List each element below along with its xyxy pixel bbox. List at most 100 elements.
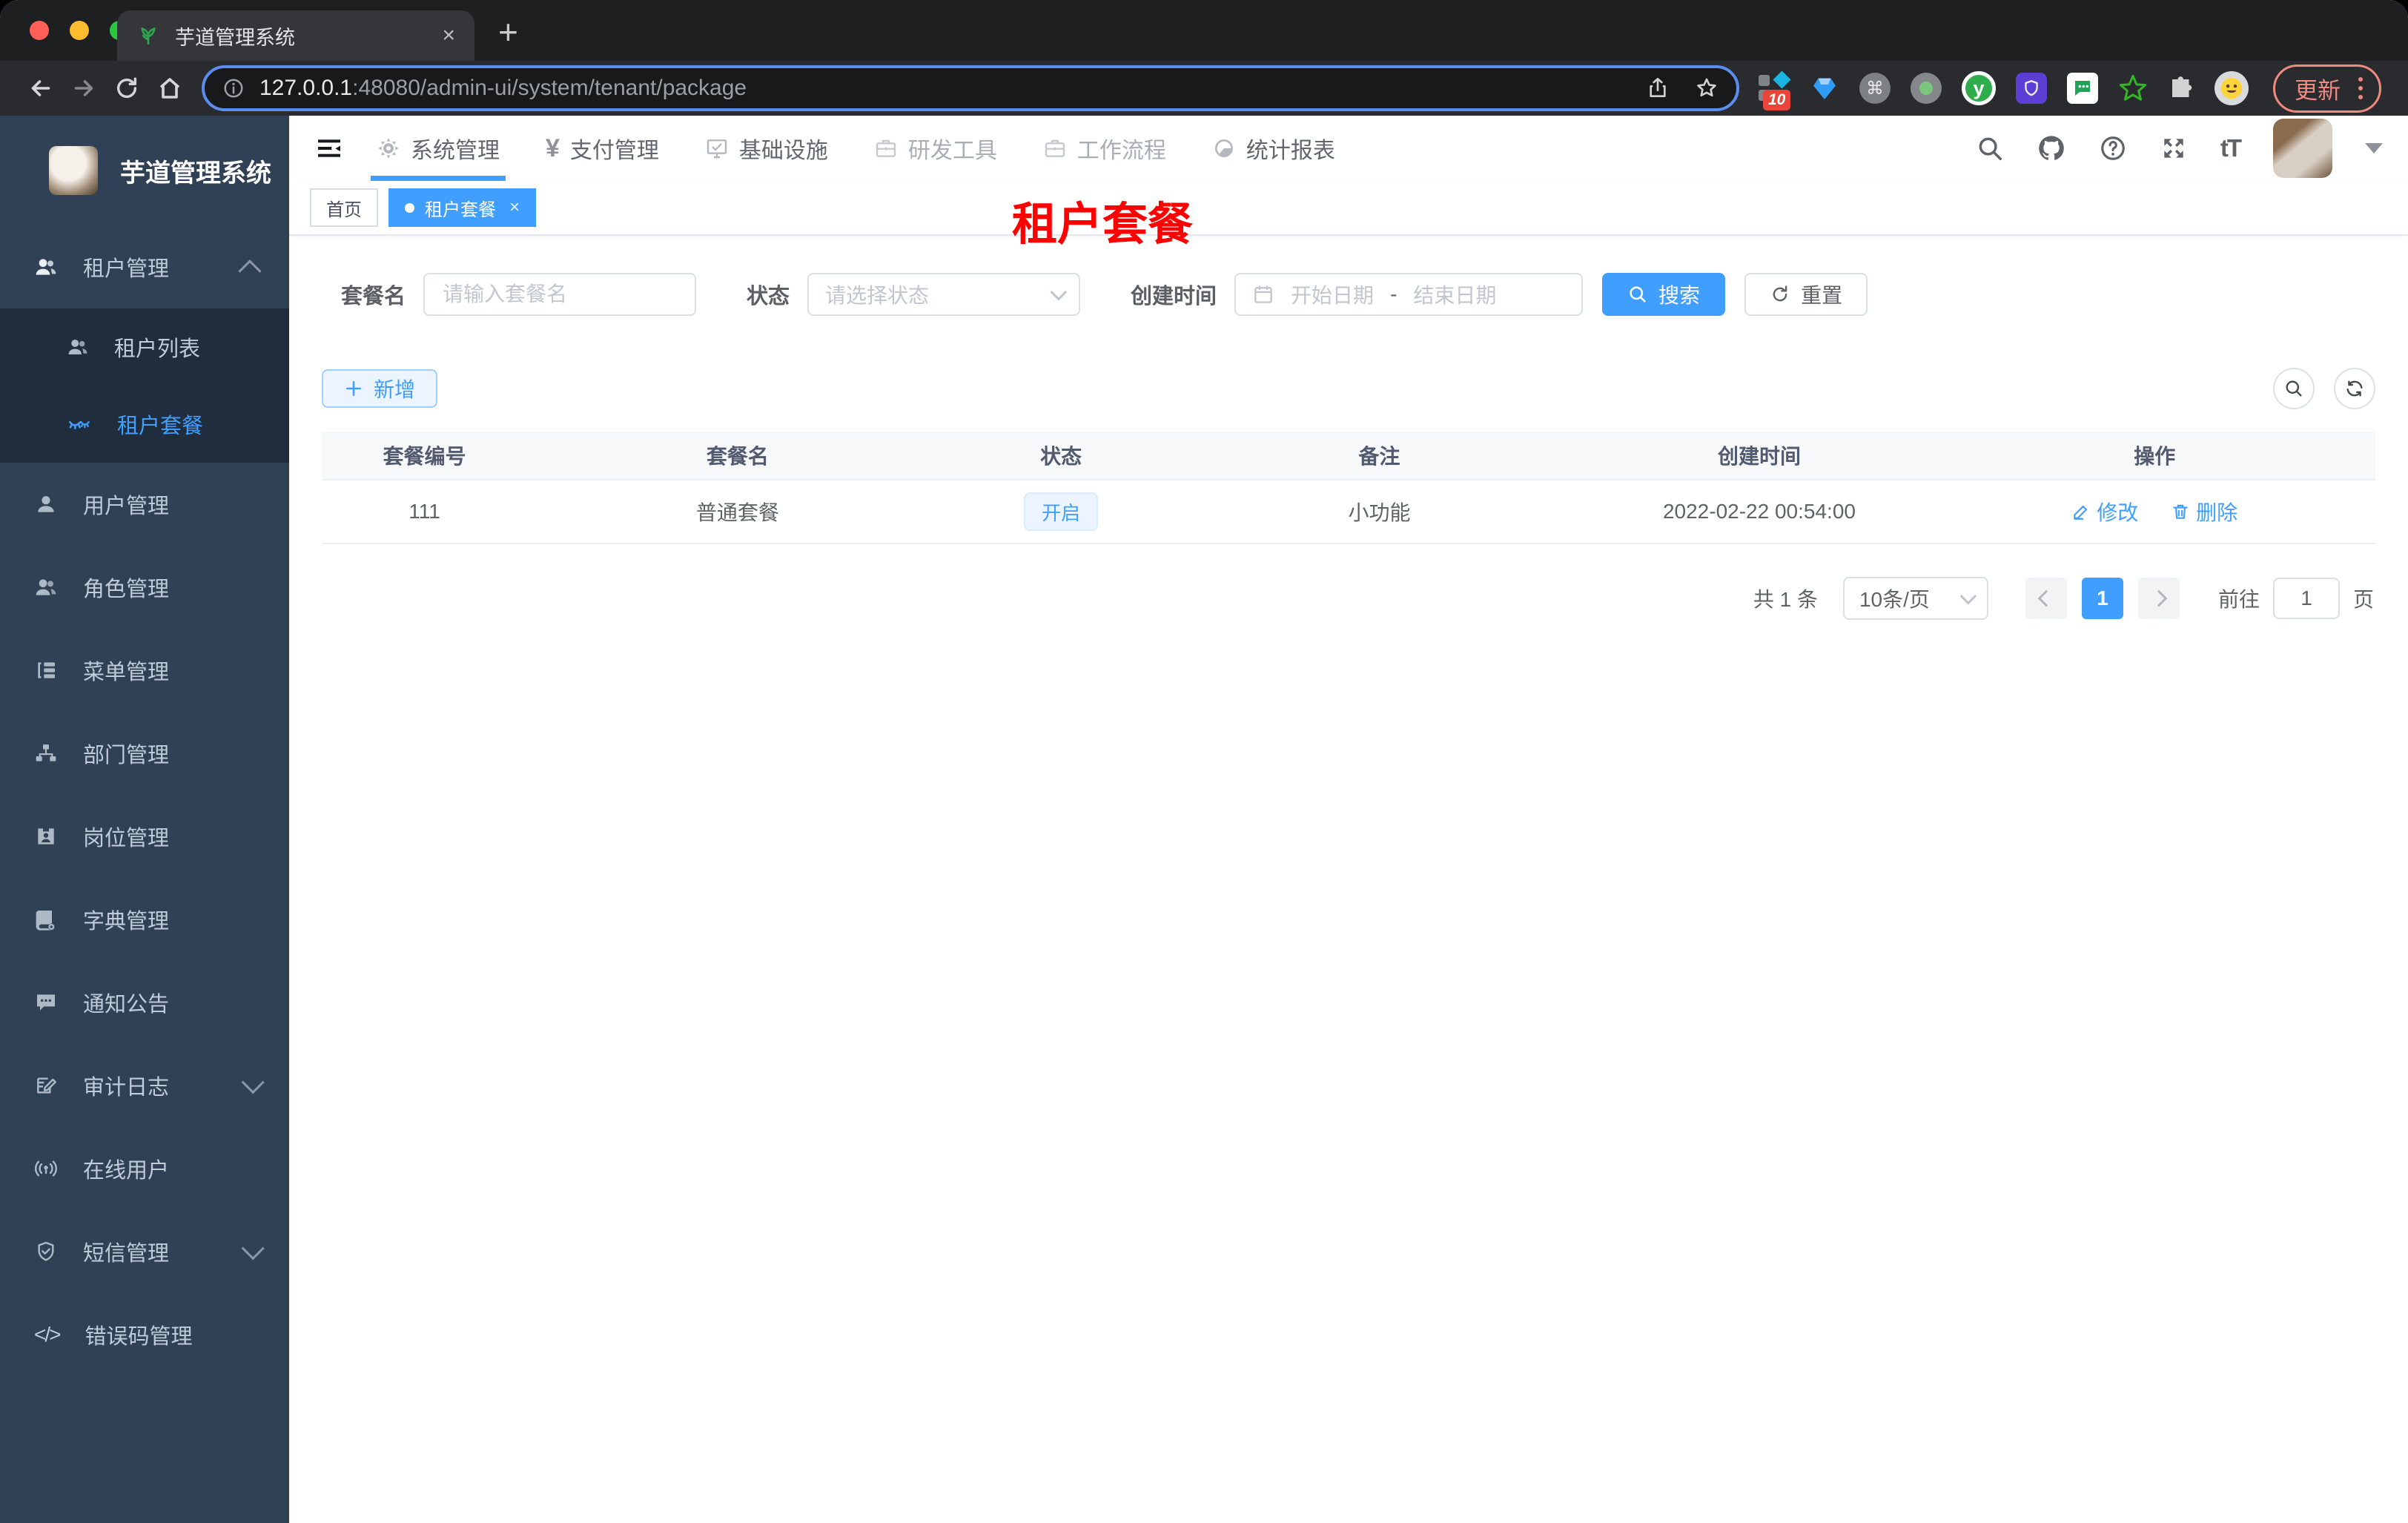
end-date-placeholder[interactable]: 结束日期 [1413, 280, 1496, 309]
back-icon[interactable] [19, 75, 62, 102]
forward-icon[interactable] [62, 75, 105, 102]
active-dot [405, 202, 414, 213]
user-avatar[interactable] [2273, 119, 2332, 178]
next-page-button[interactable] [2137, 578, 2180, 619]
sidebar-item-tenant-package[interactable]: 租户套餐 [0, 386, 289, 463]
hide-search-button[interactable] [2273, 368, 2315, 409]
chat-bubble-icon [34, 991, 58, 1014]
browser-toolbar: 127.0.0.1:48080/admin-ui/system/tenant/p… [0, 61, 2408, 116]
date-range-picker[interactable]: 开始日期 - 结束日期 [1234, 273, 1584, 316]
edit-link[interactable]: 修改 [2071, 497, 2138, 526]
y-extension-icon[interactable]: y [1962, 71, 1996, 105]
sidebar-item-dept-management[interactable]: 部门管理 [0, 712, 289, 795]
add-button-label: 新增 [374, 378, 416, 401]
star-extension-icon[interactable] [2118, 73, 2148, 103]
cell-package-name: 普通套餐 [695, 501, 779, 524]
nav-item-payment[interactable]: ¥ 支付管理 [546, 116, 659, 181]
sidebar-item-tenant-list[interactable]: 租户列表 [0, 308, 289, 386]
current-page-button[interactable]: 1 [2081, 578, 2123, 619]
sidebar-item-user-management[interactable]: 用户管理 [0, 463, 289, 546]
gear-icon [377, 136, 400, 160]
package-name-input[interactable] [425, 274, 695, 314]
help-icon[interactable] [2099, 134, 2127, 162]
github-icon[interactable] [2037, 133, 2066, 163]
tab-close-icon[interactable]: × [442, 23, 455, 48]
data-table: 套餐编号 套餐名 状态 备注 创建时间 操作 111 普通套餐 开启 小功能 2… [322, 432, 2375, 544]
close-window-button[interactable] [30, 21, 49, 40]
nav-item-dev-tools[interactable]: 研发工具 [874, 116, 997, 181]
sidebar-item-sms-management[interactable]: 短信管理 [0, 1210, 289, 1293]
badge-icon [34, 825, 58, 848]
refresh-button[interactable] [2334, 368, 2375, 409]
url-bar[interactable]: 127.0.0.1:48080/admin-ui/system/tenant/p… [202, 65, 1739, 111]
font-size-icon[interactable]: tT [2220, 134, 2242, 162]
site-info-icon[interactable] [222, 77, 245, 99]
bookmark-star-icon[interactable] [1695, 76, 1719, 100]
dot-extension-icon[interactable] [1911, 73, 1942, 104]
gem-extension-icon[interactable] [1810, 73, 1839, 103]
sidebar-item-menu-management[interactable]: 菜单管理 [0, 629, 289, 712]
sidebar-item-dict-management[interactable]: 字典管理 [0, 878, 289, 961]
puzzle-extensions-icon[interactable] [2168, 75, 2194, 102]
browser-update-button[interactable]: 更新 [2273, 64, 2381, 113]
sidebar-title: 芋道管理系统 [120, 159, 271, 188]
start-date-placeholder[interactable]: 开始日期 [1291, 280, 1374, 309]
search-button[interactable]: 搜索 [1602, 273, 1726, 316]
new-tab-button[interactable]: + [498, 12, 518, 52]
total-count: 共 1 条 [1753, 588, 1818, 611]
prev-page-button[interactable] [2025, 578, 2067, 619]
browser-menu-icon[interactable] [2355, 74, 2366, 102]
package-name-label: 套餐名 [341, 285, 406, 308]
package-name-field[interactable] [423, 273, 697, 316]
sidebar-item-label: 部门管理 [83, 744, 170, 767]
users-icon [34, 255, 58, 279]
nav-item-workflow[interactable]: 工作流程 [1043, 116, 1166, 181]
sidebar-item-tenant-management[interactable]: 租户管理 [0, 225, 289, 308]
reset-button[interactable]: 重置 [1744, 273, 1868, 316]
sidebar-logo[interactable]: 芋道管理系统 [0, 116, 289, 225]
nav-label: 基础设施 [738, 139, 828, 163]
nav-item-infra[interactable]: 基础设施 [705, 116, 828, 181]
edit-label: 修改 [2097, 501, 2139, 524]
tag-tenant-package[interactable]: 租户套餐 × [388, 188, 537, 227]
pagination: 共 1 条 10条/页 1 前往 页 [322, 577, 2375, 620]
column-header: 状态 [1040, 445, 1082, 468]
browser-tab[interactable]: 芋道管理系统 × [117, 10, 474, 61]
nav-item-report[interactable]: 统计报表 [1212, 116, 1335, 181]
calendar-icon [1252, 283, 1274, 305]
delete-link[interactable]: 删除 [2171, 497, 2237, 526]
page-size-select[interactable]: 10条/页 [1842, 577, 1988, 620]
fullscreen-icon[interactable] [2160, 134, 2188, 162]
top-nav: 系统管理 ¥ 支付管理 基础设施 研发工具 工作流程 统计报表 [371, 116, 1381, 181]
sidebar-item-post-management[interactable]: 岗位管理 [0, 795, 289, 878]
closed-eyes-icon [67, 412, 92, 437]
urlbar-actions [1646, 76, 1719, 100]
goto-page-input[interactable] [2272, 578, 2340, 619]
sidebar-item-audit-log[interactable]: 审计日志 [0, 1044, 289, 1127]
home-icon[interactable] [148, 75, 191, 102]
status-select[interactable]: 请选择状态 [807, 273, 1081, 316]
reload-icon[interactable] [105, 76, 148, 101]
sidebar-item-notice[interactable]: 通知公告 [0, 961, 289, 1044]
avatar-caret-icon[interactable] [2365, 143, 2383, 153]
sidebar-item-label: 租户列表 [114, 337, 201, 361]
tag-home[interactable]: 首页 [310, 188, 378, 227]
chat-extension-icon[interactable] [2067, 73, 2098, 104]
nav-item-system[interactable]: 系统管理 [371, 116, 506, 181]
profile-avatar-icon[interactable] [2214, 71, 2249, 105]
shield-extension-icon[interactable] [2016, 73, 2047, 104]
collapse-menu-icon[interactable] [314, 133, 344, 163]
sidebar-item-online-users[interactable]: 在线用户 [0, 1127, 289, 1210]
sidebar-item-error-code[interactable]: </> 错误码管理 [0, 1293, 289, 1376]
cell-actions: 修改 删除 [1934, 497, 2375, 526]
search-icon[interactable] [1976, 134, 2004, 162]
tag-close-icon[interactable]: × [509, 197, 520, 218]
sidebar-item-label: 通知公告 [83, 993, 170, 1017]
page-unit-label: 页 [2352, 588, 2374, 611]
minimize-window-button[interactable] [70, 21, 89, 40]
share-icon[interactable] [1646, 76, 1670, 100]
sidebar-item-role-management[interactable]: 角色管理 [0, 546, 289, 629]
extension-grid-icon[interactable]: 10 [1757, 70, 1791, 110]
command-extension-icon[interactable]: ⌘ [1859, 73, 1891, 104]
add-button[interactable]: 新增 [322, 369, 438, 408]
